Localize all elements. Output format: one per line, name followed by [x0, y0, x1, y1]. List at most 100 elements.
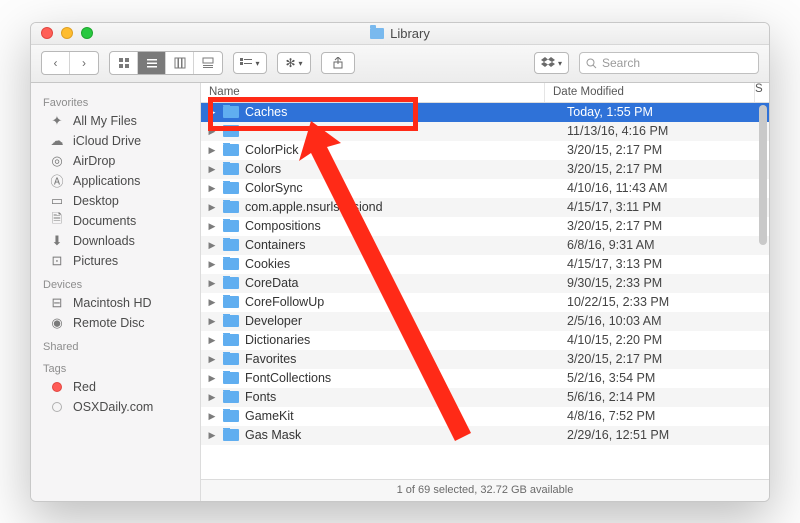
column-headers: Name Date Modified S: [201, 83, 769, 103]
table-row[interactable]: ▶Compositions3/20/15, 2:17 PM: [201, 217, 769, 236]
action-button[interactable]: ✻ ▾: [277, 52, 311, 74]
disclosure-triangle-icon[interactable]: ▶: [207, 278, 217, 289]
table-row[interactable]: ▶CoreData9/30/15, 2:33 PM: [201, 274, 769, 293]
chevron-down-icon: ▾: [558, 59, 562, 68]
table-row[interactable]: ▶ 11/13/16, 4:16 PM: [201, 122, 769, 141]
row-name-text: CoreData: [245, 276, 299, 290]
table-row[interactable]: ▶Fonts5/6/16, 2:14 PM: [201, 388, 769, 407]
table-row[interactable]: ▶ColorSync4/10/16, 11:43 AM: [201, 179, 769, 198]
table-row[interactable]: ▶Developer2/5/16, 10:03 AM: [201, 312, 769, 331]
status-bar: 1 of 69 selected, 32.72 GB available: [201, 479, 769, 501]
disclosure-triangle-icon[interactable]: ▶: [207, 164, 217, 175]
sidebar-item[interactable]: ◎AirDrop: [31, 151, 200, 171]
search-icon: [586, 58, 597, 69]
sidebar-item[interactable]: ◉Remote Disc: [31, 313, 200, 333]
pictures-icon: ⊡: [49, 254, 65, 268]
table-row[interactable]: ▶com.apple.nsurlsessiond4/15/17, 3:11 PM: [201, 198, 769, 217]
file-list[interactable]: ▶CachesToday, 1:55 PM▶11/13/16, 4:16 PM▶…: [201, 103, 769, 479]
forward-button[interactable]: ›: [70, 52, 98, 74]
folder-icon: [223, 429, 239, 441]
chevron-down-icon: ▾: [255, 59, 259, 68]
disclosure-triangle-icon[interactable]: ▶: [207, 221, 217, 232]
table-row[interactable]: ▶Cookies4/15/17, 3:13 PM: [201, 255, 769, 274]
row-name-text: Gas Mask: [245, 428, 301, 442]
disclosure-triangle-icon[interactable]: ▶: [207, 202, 217, 213]
table-row[interactable]: ▶Containers6/8/16, 9:31 AM: [201, 236, 769, 255]
row-date-cell: 11/13/16, 4:16 PM: [559, 124, 769, 138]
table-row[interactable]: ▶Colors3/20/15, 2:17 PM: [201, 160, 769, 179]
disc-icon: ◉: [49, 316, 65, 330]
disclosure-triangle-icon[interactable]: ▶: [207, 392, 217, 403]
disclosure-triangle-icon[interactable]: ▶: [207, 316, 217, 327]
sidebar-item[interactable]: ⊡Pictures: [31, 251, 200, 271]
sidebar-header: Devices: [31, 271, 200, 293]
airdrop-icon: ◎: [49, 154, 65, 168]
minimize-button[interactable]: [61, 27, 73, 39]
row-name-text: Favorites: [245, 352, 296, 366]
table-row[interactable]: ▶ColorPick3/20/15, 2:17 PM: [201, 141, 769, 160]
table-row[interactable]: ▶Gas Mask2/29/16, 12:51 PM: [201, 426, 769, 445]
search-field[interactable]: Search: [579, 52, 759, 74]
documents-icon: 🗎: [49, 214, 65, 228]
arrange-button[interactable]: ▾: [233, 52, 267, 74]
sidebar-item[interactable]: ☁iCloud Drive: [31, 131, 200, 151]
disclosure-triangle-icon[interactable]: ▶: [207, 430, 217, 441]
folder-icon: [223, 258, 239, 270]
row-name-cell: ▶ CoreData: [201, 276, 559, 290]
disclosure-triangle-icon[interactable]: ▶: [207, 145, 217, 156]
sidebar-item[interactable]: Red: [31, 377, 200, 397]
row-name-cell: ▶ Favorites: [201, 352, 559, 366]
table-row[interactable]: ▶CachesToday, 1:55 PM: [201, 103, 769, 122]
sidebar-item[interactable]: ▭Desktop: [31, 191, 200, 211]
all-my-files-icon: ✦: [49, 114, 65, 128]
view-icon-list[interactable]: [138, 52, 166, 74]
sidebar-item[interactable]: OSXDaily.com: [31, 397, 200, 417]
table-row[interactable]: ▶ GameKit 4/8/16, 7:52 PM: [201, 407, 769, 426]
column-name[interactable]: Name: [201, 83, 545, 102]
folder-icon: [223, 144, 239, 156]
toolbar: ‹ › ▾ ✻ ▾: [31, 45, 769, 83]
sidebar-item[interactable]: ⬇Downloads: [31, 231, 200, 251]
column-size[interactable]: S: [755, 83, 769, 102]
sidebar-header: Favorites: [31, 89, 200, 111]
vertical-scrollbar[interactable]: [759, 105, 767, 245]
row-name-text: Fonts: [245, 390, 276, 404]
disclosure-triangle-icon[interactable]: ▶: [207, 126, 217, 137]
table-row[interactable]: ▶Favorites3/20/15, 2:17 PM: [201, 350, 769, 369]
sidebar-item[interactable]: 🗎Documents: [31, 211, 200, 231]
row-name-text: ColorPick: [245, 143, 299, 157]
back-button[interactable]: ‹: [42, 52, 70, 74]
disclosure-triangle-icon[interactable]: ▶: [207, 107, 217, 118]
row-date-cell: 10/22/15, 2:33 PM: [559, 295, 769, 309]
sidebar-item[interactable]: ✦All My Files: [31, 111, 200, 131]
table-row[interactable]: ▶Dictionaries4/10/15, 2:20 PM: [201, 331, 769, 350]
column-date-modified[interactable]: Date Modified: [545, 83, 755, 102]
view-icon-columns[interactable]: [166, 52, 194, 74]
row-name-text: GameKit: [245, 409, 294, 423]
table-row[interactable]: ▶FontCollections5/2/16, 3:54 PM: [201, 369, 769, 388]
row-name-text: Colors: [245, 162, 281, 176]
view-icon-coverflow[interactable]: [194, 52, 222, 74]
disclosure-triangle-icon[interactable]: ▶: [207, 335, 217, 346]
disclosure-triangle-icon[interactable]: ▶: [207, 354, 217, 365]
row-date-cell: 4/8/16, 7:52 PM: [559, 409, 769, 423]
sidebar-item[interactable]: ⒶApplications: [31, 171, 200, 191]
zoom-button[interactable]: [81, 27, 93, 39]
grid-icon: [118, 57, 130, 69]
sidebar-item[interactable]: ⊟Macintosh HD: [31, 293, 200, 313]
row-name-cell: ▶: [201, 125, 559, 137]
dropbox-button[interactable]: ▾: [534, 52, 569, 74]
chevron-down-icon: ▾: [299, 59, 303, 68]
close-button[interactable]: [41, 27, 53, 39]
row-name-text: Developer: [245, 314, 302, 328]
view-icon-grid[interactable]: [110, 52, 138, 74]
disclosure-triangle-icon[interactable]: ▶: [207, 259, 217, 270]
disclosure-triangle-icon[interactable]: ▶: [207, 411, 217, 422]
table-row[interactable]: ▶CoreFollowUp10/22/15, 2:33 PM: [201, 293, 769, 312]
disclosure-triangle-icon[interactable]: ▶: [207, 373, 217, 384]
disclosure-triangle-icon[interactable]: ▶: [207, 183, 217, 194]
disclosure-triangle-icon[interactable]: ▶: [207, 297, 217, 308]
disclosure-triangle-icon[interactable]: ▶: [207, 240, 217, 251]
row-name-cell: ▶Containers: [201, 238, 559, 252]
share-button[interactable]: [321, 52, 355, 74]
